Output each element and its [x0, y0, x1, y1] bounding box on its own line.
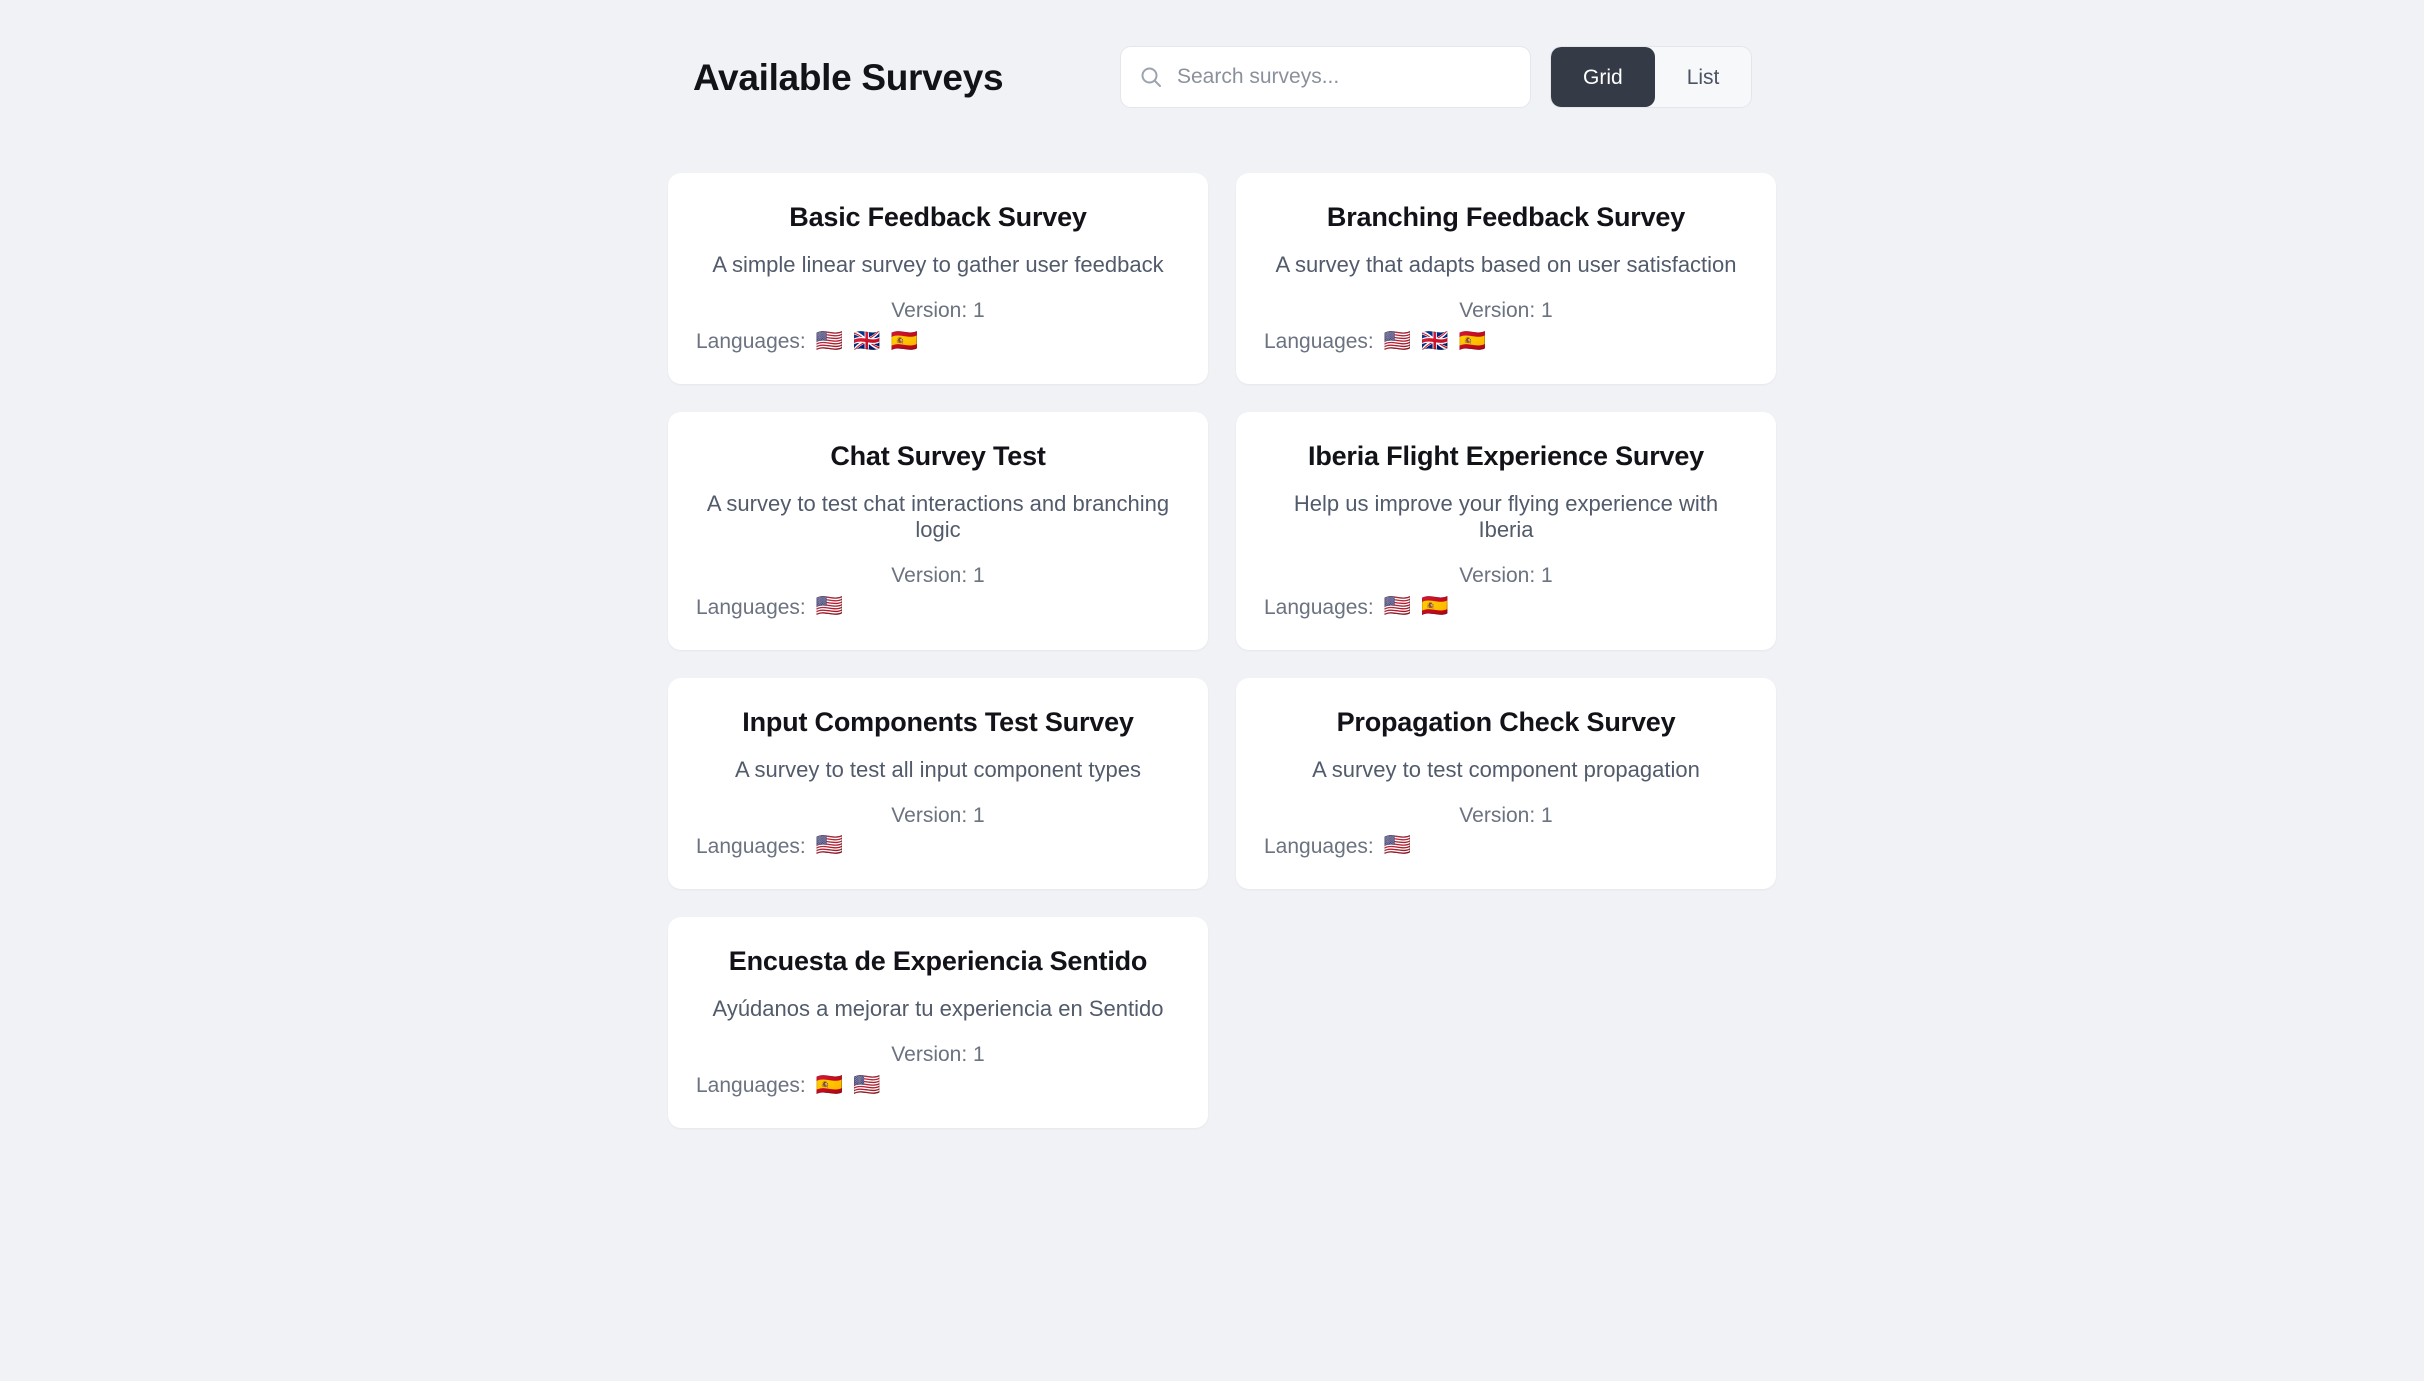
languages-label: Languages:	[696, 595, 806, 619]
spain-flag: 🇪🇸	[890, 328, 918, 354]
survey-card-languages: Languages: 🇺🇸 🇬🇧 🇪🇸	[696, 329, 1180, 354]
survey-card-title: Chat Survey Test	[830, 441, 1046, 472]
survey-card-version: Version: 1	[891, 1042, 985, 1066]
survey-card-languages: Languages: 🇪🇸 🇺🇸	[696, 1073, 1180, 1098]
united-states-flag: 🇺🇸	[1383, 594, 1412, 620]
survey-list-page: Available Surveys Grid List Basic Feedba…	[0, 0, 2424, 1381]
survey-card-title: Basic Feedback Survey	[789, 202, 1087, 232]
survey-card-version: Version: 1	[1459, 803, 1553, 827]
search-field[interactable]	[1120, 46, 1531, 108]
grid-view-button[interactable]: Grid	[1551, 47, 1655, 107]
view-mode-toggle[interactable]: Grid List	[1550, 46, 1753, 108]
survey-card[interactable]: Input Components Test Survey A survey to …	[668, 677, 1208, 890]
united-states-flag: 🇺🇸	[815, 594, 844, 620]
survey-card[interactable]: Chat Survey Test A survey to test chat in…	[668, 412, 1208, 650]
languages-label: Languages:	[1264, 595, 1374, 619]
page-header: Available Surveys Grid List	[693, 40, 1753, 115]
united-states-flag: 🇺🇸	[1383, 833, 1412, 859]
survey-card-title: Input Components Test Survey	[742, 706, 1134, 737]
survey-card-description: A survey to test chat interactions and b…	[706, 491, 1170, 543]
survey-card-languages: Languages: 🇺🇸	[696, 834, 1180, 859]
united-kingdom-flag: 🇬🇧	[1421, 328, 1449, 354]
survey-card-version: Version: 1	[891, 564, 985, 588]
survey-card-version: Version: 1	[891, 298, 985, 322]
united-states-flag: 🇺🇸	[853, 1072, 881, 1098]
united-states-flag: 🇺🇸	[815, 833, 844, 859]
united-states-flag: 🇺🇸	[815, 328, 844, 354]
survey-card-description: A survey that adapts based on user satis…	[1275, 251, 1737, 277]
languages-label: Languages:	[696, 1074, 806, 1098]
survey-card[interactable]: Iberia Flight Experience Survey Help us i…	[1236, 412, 1776, 650]
survey-card-title: Iberia Flight Experience Survey	[1308, 441, 1704, 472]
survey-card-title: Branching Feedback Survey	[1326, 202, 1686, 232]
languages-label: Languages:	[696, 834, 806, 858]
survey-card-title: Encuesta de Experiencia Sentido	[728, 946, 1148, 977]
languages-label: Languages:	[1264, 330, 1374, 354]
survey-card-title: Propagation Check Survey	[1336, 706, 1676, 737]
survey-card-languages: Languages: 🇺🇸	[1264, 834, 1748, 859]
united-kingdom-flag: 🇬🇧	[853, 328, 881, 354]
united-states-flag: 🇺🇸	[1383, 328, 1412, 354]
survey-card-description: Ayúdanos a mejorar tu experiencia en Sen…	[712, 995, 1164, 1021]
survey-card-languages: Languages: 🇺🇸	[696, 595, 1180, 620]
survey-card[interactable]: Propagation Check Survey A survey to test…	[1236, 677, 1776, 890]
survey-card[interactable]: Basic Feedback Survey A simple linear sur…	[668, 173, 1208, 385]
survey-card-description: Help us improve your flying experience w…	[1293, 491, 1719, 543]
spain-flag: 🇪🇸	[815, 1072, 844, 1098]
languages-label: Languages:	[696, 330, 806, 354]
search-icon	[1141, 67, 1161, 87]
spain-flag: 🇪🇸	[1458, 328, 1486, 354]
survey-card-description: A simple linear survey to gather user fe…	[712, 251, 1164, 277]
survey-card-version: Version: 1	[1459, 564, 1553, 588]
spain-flag: 🇪🇸	[1421, 594, 1449, 620]
languages-label: Languages:	[1264, 834, 1374, 858]
survey-card[interactable]: Encuesta de Experiencia Sentido Ayúdanos …	[668, 917, 1208, 1129]
survey-card[interactable]: Branching Feedback Survey A survey that a…	[1236, 173, 1776, 385]
survey-card-version: Version: 1	[1459, 298, 1553, 322]
page-title: Available Surveys	[693, 57, 1004, 98]
survey-card-languages: Languages: 🇺🇸 🇪🇸	[1264, 595, 1748, 620]
survey-card-description: A survey to test component propagation	[1312, 756, 1700, 782]
search-input[interactable]	[1177, 47, 1512, 107]
list-view-button[interactable]: List	[1655, 47, 1752, 107]
survey-card-languages: Languages: 🇺🇸 🇬🇧 🇪🇸	[1264, 329, 1748, 354]
survey-card-version: Version: 1	[891, 803, 985, 827]
survey-card-grid: Basic Feedback Survey A simple linear sur…	[668, 173, 1776, 1129]
survey-card-description: A survey to test all input component typ…	[734, 756, 1141, 782]
